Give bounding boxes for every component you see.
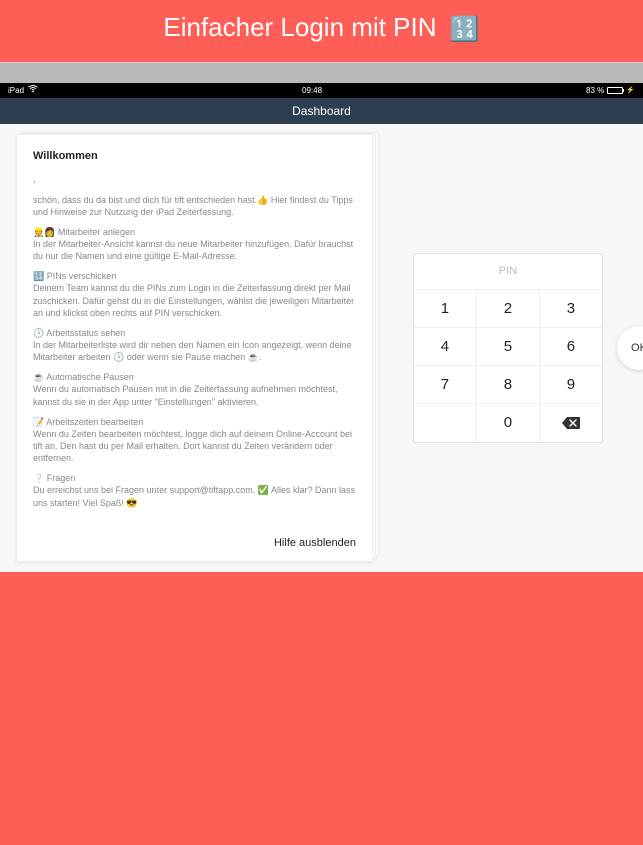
pin-pane: PIN 1 2 3 4 5 6 7 8 9 [373,124,643,572]
key-3[interactable]: 3 [540,290,602,328]
key-8[interactable]: 8 [477,366,540,404]
intro-text: schön, dass du da bist und dich für tift… [33,194,356,218]
pin-input[interactable]: PIN [414,254,602,290]
key-0[interactable]: 0 [477,404,540,442]
welcome-card: Willkommen , schön, dass du da bist und … [16,134,373,562]
backspace-icon [562,417,580,429]
key-5[interactable]: 5 [477,328,540,366]
section3-heading: 🕓 Arbeitsstatus sehen [33,328,125,338]
ok-button[interactable]: OK [617,326,643,370]
pin-keypad: PIN 1 2 3 4 5 6 7 8 9 [413,253,603,443]
nav-title: Dashboard [292,104,351,118]
tablet-frame: iPad 09:48 83 % ⚡ Dashboard Wi [0,62,643,572]
key-4[interactable]: 4 [414,328,477,366]
section5-body: Wenn du Zeiten bearbeiten möchtest, logg… [33,429,352,463]
section5-heading: 📝 Arbeitszeiten bearbeiten [33,417,143,427]
frame-top-band [0,63,643,83]
section4-body: Wenn du automatisch Pausen mit in die Ze… [33,384,338,406]
status-bar: iPad 09:48 83 % ⚡ [0,83,643,98]
section6-body: Du erreichst uns bei Fragen unter suppor… [33,485,355,507]
key-empty [414,404,477,442]
section6-heading: ❔ Fragen [33,473,75,483]
key-6[interactable]: 6 [540,328,602,366]
hide-help-button[interactable]: Hilfe ausblenden [33,532,356,551]
carrier-label: iPad [8,86,24,95]
section2-body: Deinem Team kannst du die PINs zum Login… [33,283,354,317]
numbers-emoji-icon: 🔢 [450,15,480,44]
key-backspace[interactable] [540,404,602,442]
wifi-icon [28,85,38,95]
card-title: Willkommen [33,149,356,164]
charging-icon: ⚡ [626,86,635,94]
section3-body: In der Mitarbeiterliste wird dir neben d… [33,340,352,362]
hero-banner: Einfacher Login mit PIN 🔢 [0,0,643,62]
battery-icon [607,87,623,94]
key-9[interactable]: 9 [540,366,602,404]
bottom-banner [0,572,643,845]
section1-body: In der Mitarbeiter-Ansicht kannst du neu… [33,239,353,261]
welcome-pane: Willkommen , schön, dass du da bist und … [0,124,373,572]
greeting-line: , [33,173,356,185]
section2-heading: 🔢 PINs verschicken [33,271,116,281]
section1-heading: 👷👩 Mitarbeiter anlegen [33,227,135,237]
clock: 09:48 [38,86,586,95]
key-1[interactable]: 1 [414,290,477,328]
section4-heading: ☕️ Automatische Pausen [33,372,134,382]
battery-pct: 83 % [586,86,604,95]
key-2[interactable]: 2 [477,290,540,328]
hero-title: Einfacher Login mit PIN [163,12,436,42]
key-7[interactable]: 7 [414,366,477,404]
nav-bar: Dashboard [0,98,643,124]
